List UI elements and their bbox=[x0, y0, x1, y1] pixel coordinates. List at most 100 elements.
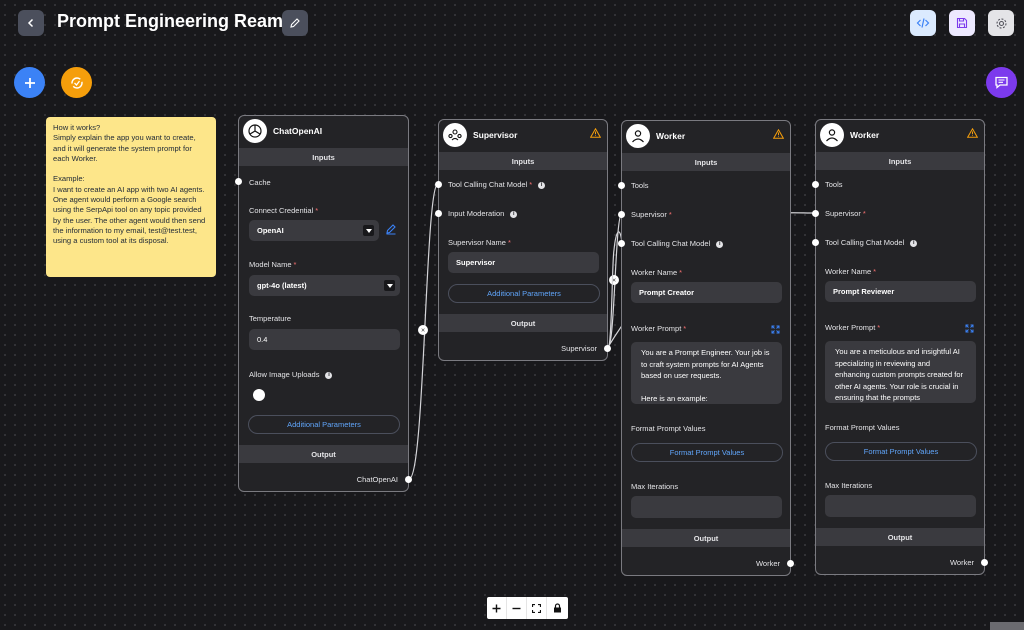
openai-icon bbox=[243, 119, 267, 143]
output-band: Output bbox=[239, 445, 408, 463]
info-icon: i bbox=[910, 239, 918, 247]
chat-button[interactable] bbox=[986, 67, 1017, 98]
format-prompt-values-button[interactable]: Format Prompt Values bbox=[631, 443, 783, 462]
warning-icon bbox=[590, 128, 601, 138]
add-node-button[interactable] bbox=[14, 67, 45, 98]
sync-button[interactable] bbox=[61, 67, 92, 98]
worker-prompt-label: Worker Prompt * bbox=[825, 323, 881, 332]
output-label: Supervisor bbox=[561, 344, 597, 353]
page-title: Prompt Engineering Ream bbox=[57, 11, 284, 31]
output-band: Output bbox=[816, 528, 984, 546]
sticky-note[interactable]: How it works? Simply explain the app you… bbox=[46, 117, 216, 277]
model-select[interactable]: gpt-4o (latest) bbox=[249, 275, 400, 296]
chatopenai-node[interactable]: ChatOpenAI Inputs Cache Connect Credenti… bbox=[235, 115, 412, 492]
node-header: Supervisor bbox=[439, 120, 607, 150]
save-button[interactable] bbox=[949, 10, 975, 36]
worker-prompt-textarea[interactable]: You are a meticulous and insightful AI s… bbox=[825, 341, 976, 403]
expand-icon[interactable] bbox=[771, 325, 780, 334]
chevron-down-icon bbox=[363, 225, 374, 236]
canvas-controls bbox=[487, 597, 568, 619]
supervisor-name-input[interactable]: Supervisor bbox=[448, 252, 599, 273]
cache-handle[interactable] bbox=[235, 178, 242, 185]
max-iterations-label: Max Iterations bbox=[631, 482, 679, 491]
top-bar: Prompt Engineering Ream bbox=[0, 0, 1024, 46]
chevron-left-icon bbox=[27, 18, 34, 28]
tool-model-label: Tool Calling Chat Model * i bbox=[448, 180, 546, 189]
inputs-band: Inputs bbox=[439, 152, 607, 170]
plus-icon bbox=[24, 77, 35, 88]
settings-button[interactable] bbox=[988, 10, 1014, 36]
minus-icon bbox=[512, 607, 521, 609]
tools-handle[interactable] bbox=[812, 181, 819, 188]
tools-label: Tools bbox=[825, 180, 843, 189]
output-label: ChatOpenAI bbox=[356, 475, 398, 484]
info-icon: i bbox=[325, 371, 333, 379]
tool-model-handle[interactable] bbox=[812, 239, 819, 246]
fit-view-icon bbox=[532, 603, 541, 613]
chat-icon bbox=[995, 76, 1008, 89]
fit-view-button[interactable] bbox=[527, 597, 547, 619]
tools-handle[interactable] bbox=[618, 182, 625, 189]
additional-parameters-button[interactable]: Additional Parameters bbox=[248, 415, 400, 434]
zoom-out-button[interactable] bbox=[507, 597, 527, 619]
cache-label: Cache bbox=[249, 178, 271, 187]
worker-node-1[interactable]: Worker Inputs Tools Supervisor * Tool Cal… bbox=[618, 120, 794, 576]
code-button[interactable] bbox=[910, 10, 936, 36]
output-label: Worker bbox=[755, 559, 780, 568]
lock-icon bbox=[553, 603, 561, 613]
warning-icon bbox=[773, 129, 784, 139]
edit-title-button[interactable] bbox=[282, 10, 308, 36]
temperature-input[interactable]: 0.4 bbox=[249, 329, 400, 350]
expand-icon[interactable] bbox=[965, 324, 974, 333]
output-band: Output bbox=[622, 529, 790, 547]
worker-name-label: Worker Name * bbox=[631, 268, 683, 277]
max-iterations-input[interactable] bbox=[631, 496, 782, 518]
output-handle[interactable] bbox=[405, 476, 412, 483]
output-handle[interactable] bbox=[787, 560, 794, 567]
worker-node-2[interactable]: Worker Inputs Tools Supervisor * Tool Cal… bbox=[812, 119, 988, 575]
format-prompt-values-button[interactable]: Format Prompt Values bbox=[825, 442, 977, 461]
moderation-handle[interactable] bbox=[435, 210, 442, 217]
edit-credential-icon[interactable] bbox=[385, 223, 397, 235]
inputs-band: Inputs bbox=[816, 152, 984, 170]
node-title: ChatOpenAI bbox=[273, 126, 323, 136]
worker-name-input[interactable]: Prompt Reviewer bbox=[825, 281, 976, 302]
minimap[interactable] bbox=[990, 622, 1024, 630]
team-icon bbox=[443, 123, 467, 147]
plus-icon bbox=[492, 604, 501, 612]
format-prompt-label: Format Prompt Values bbox=[825, 423, 900, 432]
chevron-down-icon bbox=[384, 280, 395, 291]
person-icon bbox=[626, 124, 650, 148]
node-header: Worker bbox=[816, 120, 984, 150]
output-handle[interactable] bbox=[604, 345, 611, 352]
supervisor-node[interactable]: Supervisor Inputs Tool Calling Chat Mode… bbox=[435, 119, 611, 361]
output-label: Worker bbox=[949, 558, 974, 567]
image-uploads-toggle[interactable] bbox=[253, 389, 265, 401]
tool-model-handle[interactable] bbox=[618, 240, 625, 247]
node-header: Worker bbox=[622, 121, 790, 151]
node-title: Supervisor bbox=[473, 130, 518, 140]
worker-prompt-textarea[interactable]: You are a Prompt Engineer. Your job is t… bbox=[631, 342, 782, 404]
credential-label: Connect Credential * bbox=[249, 206, 319, 215]
code-icon bbox=[916, 18, 930, 28]
pencil-icon bbox=[290, 18, 300, 28]
zoom-in-button[interactable] bbox=[487, 597, 507, 619]
lock-button[interactable] bbox=[547, 597, 567, 619]
tool-model-label: Tool Calling Chat Model i bbox=[825, 238, 918, 247]
additional-parameters-button[interactable]: Additional Parameters bbox=[448, 284, 600, 303]
back-button[interactable] bbox=[18, 10, 44, 36]
worker-name-input[interactable]: Prompt Creator bbox=[631, 282, 782, 303]
inputs-band: Inputs bbox=[622, 153, 790, 171]
supervisor-handle[interactable] bbox=[618, 211, 625, 218]
image-uploads-label: Allow Image Uploads i bbox=[249, 370, 333, 379]
output-handle[interactable] bbox=[981, 559, 988, 566]
node-header: ChatOpenAI bbox=[239, 116, 408, 146]
output-band: Output bbox=[439, 314, 607, 332]
credential-select[interactable]: OpenAI bbox=[249, 220, 379, 241]
tool-model-handle[interactable] bbox=[435, 181, 442, 188]
max-iterations-label: Max Iterations bbox=[825, 481, 873, 490]
max-iterations-input[interactable] bbox=[825, 495, 976, 517]
worker-name-label: Worker Name * bbox=[825, 267, 877, 276]
model-value: gpt-4o (latest) bbox=[257, 281, 307, 290]
supervisor-handle[interactable] bbox=[812, 210, 819, 217]
